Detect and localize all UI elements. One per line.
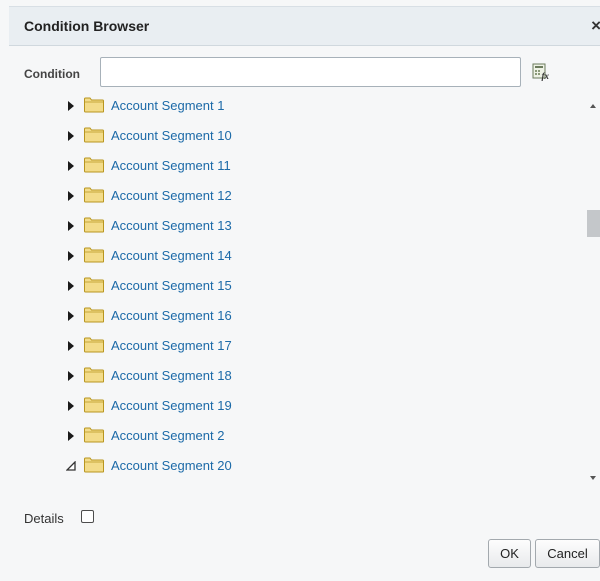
condition-input[interactable] bbox=[100, 57, 521, 87]
tree-node-label[interactable]: Account Segment 10 bbox=[111, 128, 232, 143]
vertical-scrollbar[interactable] bbox=[586, 95, 600, 487]
tree-node[interactable]: Account Segment 10 bbox=[9, 120, 584, 150]
collapsed-triangle-icon[interactable] bbox=[66, 250, 76, 261]
scroll-down-icon[interactable] bbox=[590, 476, 596, 480]
folder-icon bbox=[83, 277, 105, 293]
tree-node-label[interactable]: Account Segment 13 bbox=[111, 218, 232, 233]
expanded-triangle-icon[interactable] bbox=[65, 460, 76, 471]
collapsed-triangle-icon[interactable] bbox=[66, 130, 76, 141]
folder-icon bbox=[83, 427, 105, 443]
collapsed-triangle-icon[interactable] bbox=[66, 160, 76, 171]
folder-icon bbox=[83, 367, 105, 383]
tree-node[interactable]: Account Segment 15 bbox=[9, 270, 584, 300]
condition-browser-dialog: Condition Browser × Condition fx Account… bbox=[0, 0, 600, 581]
folder-icon bbox=[83, 217, 105, 233]
ok-button[interactable]: OK bbox=[488, 539, 531, 568]
tree-node[interactable]: Account Segment 20 bbox=[9, 450, 584, 480]
close-icon[interactable]: × bbox=[591, 16, 600, 36]
folder-icon bbox=[83, 187, 105, 203]
cancel-button[interactable]: Cancel bbox=[535, 539, 600, 568]
tree-node[interactable]: Account Segment 13 bbox=[9, 210, 584, 240]
tree-node[interactable]: Account Segment 2 bbox=[9, 420, 584, 450]
tree-node-label[interactable]: Account Segment 16 bbox=[111, 308, 232, 323]
tree-node-label[interactable]: Account Segment 20 bbox=[111, 458, 232, 473]
tree-node-label[interactable]: Account Segment 14 bbox=[111, 248, 232, 263]
tree-node-label[interactable]: Account Segment 15 bbox=[111, 278, 232, 293]
collapsed-triangle-icon[interactable] bbox=[66, 100, 76, 111]
dialog-title: Condition Browser bbox=[24, 18, 150, 34]
collapsed-triangle-icon[interactable] bbox=[66, 220, 76, 231]
tree-node[interactable]: Account Segment 14 bbox=[9, 240, 584, 270]
folder-icon bbox=[83, 127, 105, 143]
tree-node-label[interactable]: Account Segment 18 bbox=[111, 368, 232, 383]
tree-node-label[interactable]: Account Segment 1 bbox=[111, 98, 224, 113]
tree-node[interactable]: Account Segment 1 bbox=[9, 90, 584, 120]
collapsed-triangle-icon[interactable] bbox=[66, 340, 76, 351]
tree-node[interactable]: Account Segment 11 bbox=[9, 150, 584, 180]
folder-icon bbox=[83, 457, 105, 473]
collapsed-triangle-icon[interactable] bbox=[66, 280, 76, 291]
details-checkbox[interactable] bbox=[81, 510, 94, 523]
tree-panel: Account Segment 1 Account Segment 10 Accou… bbox=[9, 89, 600, 487]
tree-node[interactable]: Account Segment 16 bbox=[9, 300, 584, 330]
collapsed-triangle-icon[interactable] bbox=[66, 370, 76, 381]
svg-text:fx: fx bbox=[542, 71, 550, 81]
details-label: Details bbox=[24, 511, 64, 526]
tree-node-label[interactable]: Account Segment 19 bbox=[111, 398, 232, 413]
collapsed-triangle-icon[interactable] bbox=[66, 430, 76, 441]
folder-icon bbox=[83, 397, 105, 413]
tree-node[interactable]: Account Segment 18 bbox=[9, 360, 584, 390]
condition-label: Condition bbox=[24, 67, 80, 81]
folder-icon bbox=[83, 247, 105, 263]
tree-node-label[interactable]: Account Segment 17 bbox=[111, 338, 232, 353]
folder-icon bbox=[83, 97, 105, 113]
folder-icon bbox=[83, 307, 105, 323]
tree-node-label[interactable]: Account Segment 11 bbox=[111, 158, 231, 173]
folder-icon bbox=[83, 337, 105, 353]
tree-node[interactable]: Account Segment 17 bbox=[9, 330, 584, 360]
dialog-titlebar: Condition Browser × bbox=[9, 6, 600, 46]
tree-node-label[interactable]: Account Segment 12 bbox=[111, 188, 232, 203]
fx-expression-builder-icon[interactable]: fx bbox=[532, 63, 552, 81]
tree-node-label[interactable]: Account Segment 2 bbox=[111, 428, 224, 443]
collapsed-triangle-icon[interactable] bbox=[66, 400, 76, 411]
collapsed-triangle-icon[interactable] bbox=[66, 190, 76, 201]
tree-node[interactable]: Account Segment 12 bbox=[9, 180, 584, 210]
folder-icon bbox=[83, 157, 105, 173]
scroll-up-icon[interactable] bbox=[590, 104, 596, 108]
tree-node[interactable]: Account Segment 19 bbox=[9, 390, 584, 420]
scrollbar-thumb[interactable] bbox=[587, 210, 600, 237]
collapsed-triangle-icon[interactable] bbox=[66, 310, 76, 321]
